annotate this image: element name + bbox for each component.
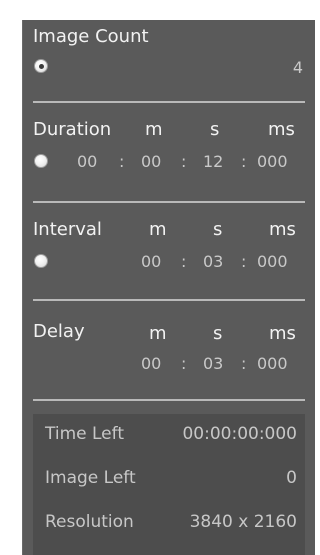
image-left-label: Image Left bbox=[45, 468, 136, 488]
duration-milliseconds-value[interactable]: 000 bbox=[257, 152, 288, 171]
interval-title: Interval bbox=[33, 219, 102, 240]
interval-unit-minutes: m bbox=[149, 219, 167, 240]
duration-sep-2: : bbox=[181, 152, 187, 171]
divider-1 bbox=[33, 101, 305, 103]
divider-4 bbox=[33, 399, 305, 401]
interval-sep-1: : bbox=[181, 252, 187, 271]
interval-radio[interactable] bbox=[34, 254, 48, 268]
resolution-label: Resolution bbox=[45, 512, 134, 532]
duration-sep-1: : bbox=[119, 152, 125, 171]
time-left-label: Time Left bbox=[45, 424, 124, 444]
delay-unit-minutes: m bbox=[149, 323, 167, 344]
duration-unit-minutes: m bbox=[145, 119, 163, 140]
divider-3 bbox=[33, 299, 305, 301]
delay-sep-2: : bbox=[241, 354, 247, 373]
interval-milliseconds-value[interactable]: 000 bbox=[257, 252, 288, 271]
status-info-box: Time Left 00:00:00:000 Image Left 0 Reso… bbox=[33, 414, 305, 555]
delay-unit-milliseconds: ms bbox=[269, 323, 296, 344]
interval-sep-2: : bbox=[241, 252, 247, 271]
interval-unit-milliseconds: ms bbox=[269, 219, 296, 240]
interval-unit-seconds: s bbox=[213, 219, 223, 240]
time-left-value: 00:00:00:000 bbox=[182, 424, 297, 444]
delay-sep-1: : bbox=[181, 354, 187, 373]
duration-sep-3: : bbox=[241, 152, 247, 171]
delay-minutes-value[interactable]: 00 bbox=[141, 354, 161, 373]
interval-seconds-value[interactable]: 03 bbox=[203, 252, 223, 271]
delay-seconds-value[interactable]: 03 bbox=[203, 354, 223, 373]
duration-seconds-value[interactable]: 12 bbox=[203, 152, 223, 171]
timelapse-panel: Image Count 4 Duration m s ms 00 : 00 : … bbox=[22, 20, 315, 555]
duration-unit-milliseconds: ms bbox=[268, 119, 295, 140]
duration-sm-minutes-value[interactable]: 00 bbox=[141, 152, 161, 171]
image-count-title: Image Count bbox=[33, 26, 149, 47]
resolution-value: 3840 x 2160 bbox=[189, 512, 297, 532]
duration-unit-seconds: s bbox=[210, 119, 220, 140]
delay-unit-seconds: s bbox=[213, 323, 223, 344]
image-left-value: 0 bbox=[286, 468, 297, 488]
interval-minutes-value[interactable]: 00 bbox=[141, 252, 161, 271]
duration-radio[interactable] bbox=[34, 154, 48, 168]
duration-minutes-value[interactable]: 00 bbox=[77, 152, 97, 171]
image-count-radio[interactable] bbox=[34, 59, 48, 73]
duration-title: Duration bbox=[33, 119, 112, 140]
divider-2 bbox=[33, 201, 305, 203]
image-count-value[interactable]: 4 bbox=[293, 58, 303, 77]
delay-title: Delay bbox=[33, 321, 85, 342]
delay-milliseconds-value[interactable]: 000 bbox=[257, 354, 288, 373]
